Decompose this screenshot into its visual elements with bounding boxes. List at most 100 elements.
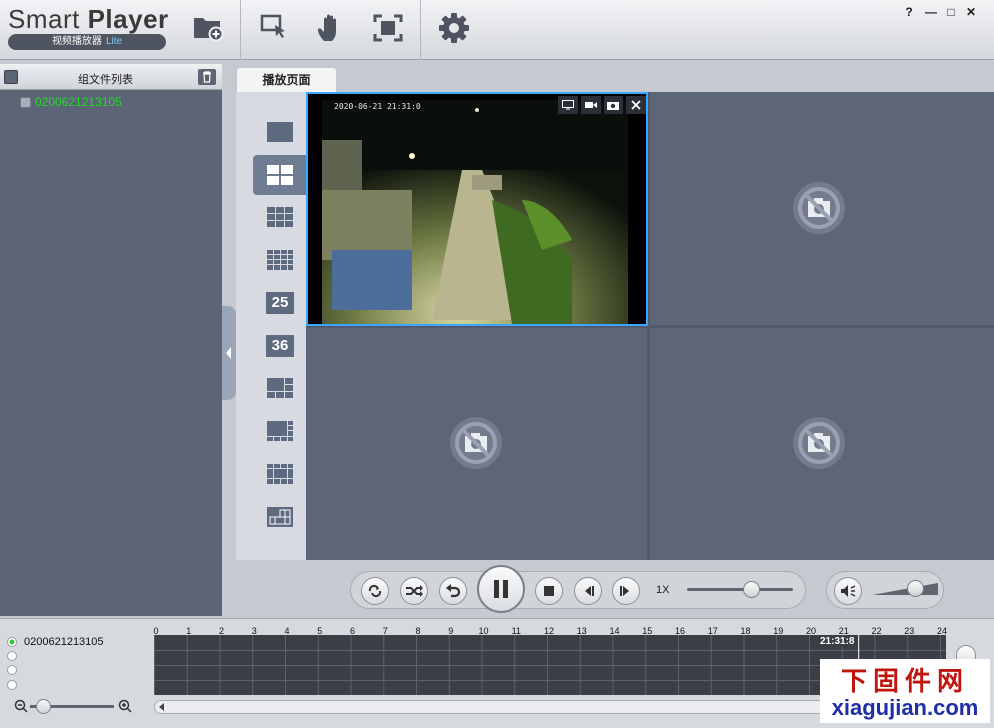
layout-8-split-button[interactable] [253, 411, 307, 451]
overlay-info-button[interactable] [558, 96, 578, 114]
layout-9-split-button[interactable] [253, 197, 307, 237]
layout-1-split-button[interactable] [253, 112, 307, 152]
video-window-2[interactable] [650, 92, 994, 325]
video-camera-icon [584, 102, 597, 108]
layout-4-icon [267, 165, 293, 185]
undo-icon [446, 584, 461, 598]
layout-25-label: 25 [266, 292, 294, 314]
help-button[interactable]: ? [900, 4, 918, 20]
layout-custom-split-button[interactable] [253, 497, 307, 537]
tab-playback[interactable]: 播放页面 [236, 67, 337, 92]
volume-wedge-icon [872, 583, 938, 595]
video-frame [322, 100, 628, 324]
app-title: Smart Player [8, 4, 169, 35]
close-window-button[interactable] [626, 96, 646, 114]
file-list-title: 组文件列表 [78, 74, 133, 86]
layout-9-icon [267, 207, 293, 227]
speed-slider-knob[interactable] [742, 581, 760, 598]
trash-icon [203, 71, 211, 83]
app-subtitle: 视频播放器 [51, 36, 102, 47]
video-grid: 2020-06-21 21:31:0 [306, 92, 994, 560]
app-title-light: Smart [8, 4, 88, 34]
channel-radio-3[interactable] [7, 665, 17, 675]
video-window-1[interactable]: 2020-06-21 21:31:0 [306, 92, 648, 326]
file-checkbox[interactable] [20, 97, 31, 108]
no-video-icon [450, 417, 502, 469]
timeline-zoom-knob[interactable] [35, 699, 51, 714]
loop-button[interactable] [361, 577, 389, 605]
layout-8-icon [267, 421, 293, 441]
snapshot-button[interactable] [603, 96, 624, 114]
mute-button[interactable] [834, 577, 862, 605]
fullscreen-button[interactable] [366, 8, 410, 48]
layout-6-split-button[interactable] [253, 368, 307, 408]
video-window-3[interactable] [306, 328, 647, 560]
record-button[interactable] [580, 96, 601, 114]
no-video-icon [793, 182, 845, 234]
file-list-header: 组文件列表 [0, 64, 222, 90]
channel-radio-1[interactable] [7, 637, 17, 647]
step-back-button[interactable] [574, 577, 602, 605]
speaker-icon [841, 585, 856, 597]
watermark-line1: 下固件网 [840, 667, 969, 697]
open-folder-button[interactable] [186, 8, 230, 48]
layout-1-icon [267, 122, 293, 142]
layout-12-icon [267, 464, 293, 484]
volume-slider[interactable] [872, 580, 938, 598]
maximize-button[interactable]: □ [942, 4, 960, 20]
settings-button[interactable] [432, 8, 476, 48]
minimize-button[interactable]: — [922, 4, 940, 20]
stop-icon [544, 586, 554, 596]
toolbar-divider [240, 0, 241, 60]
close-icon [631, 100, 641, 110]
app-subtitle-tag: Lite [105, 36, 123, 47]
zoom-out-button[interactable] [14, 699, 28, 713]
toolbar-divider [420, 0, 421, 60]
app-subtitle-pill: 视频播放器 Lite [8, 34, 166, 50]
layout-25-split-button[interactable]: 25 [253, 283, 307, 323]
pause-button[interactable] [477, 565, 525, 613]
volume-slider-knob[interactable] [906, 580, 924, 597]
select-all-checkbox[interactable] [4, 70, 18, 84]
layout-6-icon [267, 378, 293, 398]
speed-slider[interactable] [687, 581, 793, 598]
watermark-line2: xiagujian.com [831, 695, 979, 720]
timeline-channel-label: 0200621213105 [24, 636, 104, 648]
camera-icon [607, 102, 620, 110]
video-window-4[interactable] [650, 328, 994, 560]
layout-12-split-button[interactable] [253, 454, 307, 494]
layout-4-split-button[interactable] [253, 155, 307, 195]
file-list-panel: 组文件列表 0200621213105 [0, 64, 222, 616]
stop-button[interactable] [535, 577, 563, 605]
folder-add-icon [194, 18, 224, 42]
channel-radio-2[interactable] [7, 651, 17, 661]
pan-button[interactable] [308, 8, 352, 48]
collapse-sidebar-handle[interactable] [222, 306, 236, 400]
watermark: 下固件网 xiagujian.com [820, 659, 990, 723]
shuffle-icon [406, 585, 423, 597]
timeline-zoom-slider[interactable] [30, 699, 114, 714]
reverse-play-button[interactable] [439, 577, 467, 605]
hand-icon [318, 14, 336, 41]
file-item[interactable]: 0200621213105 [35, 95, 122, 109]
chevron-left-icon [226, 347, 231, 359]
close-button[interactable]: ✕ [962, 4, 980, 20]
step-back-icon [585, 586, 594, 596]
select-button[interactable] [252, 8, 296, 48]
video-scene-image [322, 100, 628, 324]
speed-label: 1X [656, 584, 670, 596]
gear-icon [439, 13, 469, 43]
layout-36-label: 36 [266, 335, 294, 357]
sync-play-button[interactable] [400, 577, 428, 605]
step-forward-button[interactable] [612, 577, 640, 605]
layout-16-icon [267, 250, 293, 270]
timeline-current-time: 21:31:8 [818, 636, 857, 647]
layout-36-split-button[interactable]: 36 [253, 326, 307, 366]
monitor-icon [561, 100, 574, 110]
loop-icon [368, 584, 382, 598]
channel-radio-4[interactable] [7, 680, 17, 690]
video-timestamp: 2020-06-21 21:31:0 [334, 102, 421, 111]
delete-button[interactable] [198, 69, 216, 85]
layout-16-split-button[interactable] [253, 240, 307, 280]
zoom-in-button[interactable] [118, 699, 132, 713]
